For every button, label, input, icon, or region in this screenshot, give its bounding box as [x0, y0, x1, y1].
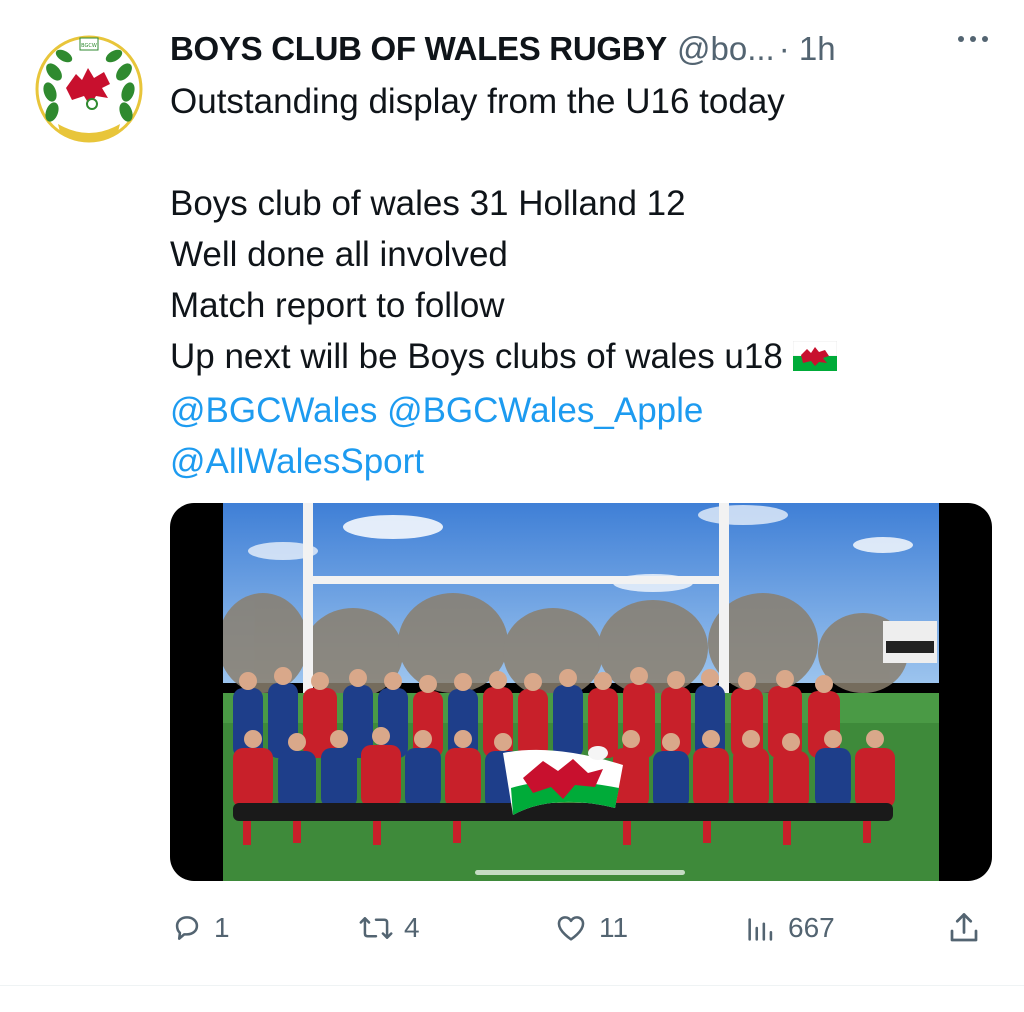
media-scrubber[interactable]: [475, 870, 685, 875]
heart-icon: [553, 911, 589, 945]
retweet-count: 4: [404, 912, 420, 943]
media-container[interactable]: [170, 503, 992, 881]
tweet-header: BOYS CLUB OF WALES RUGBY @bo... · 1h: [170, 24, 994, 74]
text-line: Match report to follow: [170, 286, 505, 325]
reply-count: 1: [214, 912, 230, 943]
wales-flag-emoji-icon: [792, 334, 838, 385]
like-button[interactable]: 11: [553, 900, 628, 956]
like-count: 11: [599, 912, 629, 943]
reply-button[interactable]: 1: [170, 900, 230, 956]
views-button[interactable]: 667: [744, 900, 835, 956]
views-count: 667: [788, 912, 835, 943]
text-line: Outstanding display from the U16 today: [170, 82, 785, 121]
text-line: Up next will be Boys clubs of wales u18: [170, 337, 783, 376]
avatar-label: BGCW: [81, 43, 97, 49]
views-icon: [744, 911, 778, 945]
team-photo[interactable]: [223, 503, 939, 881]
action-bar: 1 4 11 667: [170, 900, 990, 956]
more-icon[interactable]: [958, 36, 988, 42]
share-button[interactable]: [946, 900, 982, 956]
avatar[interactable]: BGCW: [30, 30, 148, 148]
text-line: Boys club of wales 31 Holland 12: [170, 184, 686, 223]
mention-link[interactable]: @BGCWales_Apple: [387, 391, 703, 430]
author-handle[interactable]: @bo...: [677, 30, 775, 68]
text-line: Well done all involved: [170, 235, 508, 274]
retweet-icon: [358, 911, 394, 945]
mention-link[interactable]: @AllWalesSport: [170, 442, 424, 481]
divider: [0, 985, 1024, 986]
timestamp[interactable]: · 1h: [779, 30, 836, 68]
reply-icon: [170, 911, 204, 945]
retweet-button[interactable]: 4: [358, 900, 420, 956]
share-icon: [946, 910, 982, 946]
author-name[interactable]: BOYS CLUB OF WALES RUGBY: [170, 30, 667, 68]
tweet-text: Outstanding display from the U16 today B…: [170, 76, 990, 487]
mention-link[interactable]: @BGCWales: [170, 391, 377, 430]
